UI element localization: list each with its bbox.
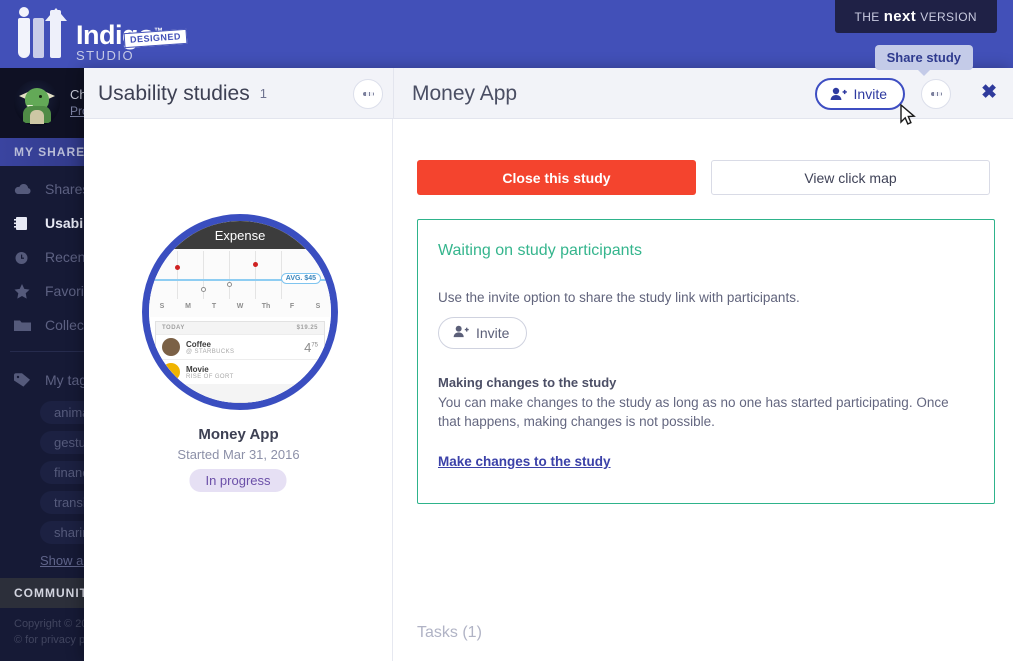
preview-transaction-list: TODAY $19.25 Coffee @ STARBUCKS 475 Movi… <box>155 321 325 403</box>
transaction-subtitle: RISE OF GORT <box>186 373 234 380</box>
transaction-title: Coffee <box>186 339 211 349</box>
avatar-shirt <box>30 110 44 124</box>
day-label: M <box>185 303 191 310</box>
view-click-map-button[interactable]: View click map <box>711 160 990 195</box>
preview-app-bar: Expense <box>149 221 331 249</box>
clipboard-icon <box>14 215 34 231</box>
mouse-cursor <box>900 103 917 132</box>
indigo-studio-logo[interactable]: Indigo™ STUDIO DESIGNED <box>16 7 188 63</box>
transaction-text: Movie RISE OF GORT <box>186 365 311 380</box>
next-version-suffix: VERSION <box>920 10 977 24</box>
day-label: Th <box>261 303 271 310</box>
close-icon[interactable]: ✖ <box>981 83 997 102</box>
sidebar-item-label: Shares <box>45 181 90 197</box>
chart-point <box>253 262 258 267</box>
day-label: W <box>236 303 244 310</box>
day-label: F <box>289 303 295 310</box>
logo-letter-i <box>18 7 30 58</box>
overlay-header: Usability studies 1 Money App Invite ✖ <box>84 68 1013 119</box>
more-dots-icon <box>930 92 942 96</box>
study-thumbnail[interactable]: Expense AVG. $45 S M T W Th F S TODAY $1… <box>142 214 338 410</box>
chart-point <box>227 282 232 287</box>
notice-invite-button[interactable]: Invite <box>438 317 528 349</box>
studies-more-button[interactable] <box>353 79 383 109</box>
logo-arrow-icon <box>45 8 67 21</box>
close-study-button[interactable]: Close this study <box>417 160 696 195</box>
person-add-icon <box>830 87 847 101</box>
share-study-tooltip: Share study <box>874 45 973 76</box>
cloud-icon <box>14 181 34 197</box>
list-item: Coffee @ STARBUCKS 475 <box>156 334 324 359</box>
indigo-logo-mark <box>16 7 72 58</box>
tasks-heading: Tasks (1) <box>417 624 482 641</box>
study-more-button[interactable] <box>921 79 951 109</box>
logo-studio-text: STUDIO <box>76 48 135 63</box>
preview-expense-chart: AVG. $45 S M T W Th F S <box>149 249 331 317</box>
day-label: S <box>159 303 165 310</box>
avatar-eye <box>39 95 42 98</box>
avatar[interactable] <box>14 80 60 126</box>
chart-average-badge: AVG. $45 <box>280 273 321 284</box>
invite-button-label: Invite <box>853 86 887 102</box>
logo-letter-n-left <box>33 18 44 58</box>
person-add-icon <box>453 325 469 341</box>
folder-icon <box>14 317 34 333</box>
sidebar-item-label: Recent <box>45 249 90 265</box>
transaction-title: Movie <box>186 364 209 374</box>
transaction-amount: 4 <box>310 364 318 380</box>
preview-today-header: TODAY $19.25 <box>156 322 324 334</box>
notice-heading: Waiting on study participants <box>438 242 642 259</box>
notice-changes-body: You can make changes to the study as lon… <box>438 395 949 429</box>
notice-description: Use the invite option to share the study… <box>438 290 800 305</box>
transaction-text: Coffee @ STARBUCKS <box>186 340 304 355</box>
study-action-buttons: Close this study View click map <box>417 160 990 195</box>
studies-count: 1 <box>259 86 267 101</box>
tag-icon <box>14 372 34 388</box>
phone-preview: Expense AVG. $45 S M T W Th F S TODAY $1… <box>149 221 331 403</box>
chart-day-labels: S M T W Th F S <box>149 303 331 310</box>
brand-bar: Indigo™ STUDIO DESIGNED THE next VERSION <box>0 0 1013 68</box>
notice-changes-title: Making changes to the study <box>438 375 617 390</box>
study-card-column: Expense AVG. $45 S M T W Th F S TODAY $1… <box>84 119 393 661</box>
next-version-badge[interactable]: THE next VERSION <box>834 0 997 33</box>
more-dots-icon <box>362 92 374 96</box>
status-badge: In progress <box>189 469 287 492</box>
chart-point <box>175 265 180 270</box>
invite-button[interactable]: Invite <box>814 78 905 110</box>
day-label: T <box>211 303 217 310</box>
movie-icon <box>162 363 180 381</box>
make-changes-link[interactable]: Make changes to the study <box>438 454 611 469</box>
next-version-strong: next <box>883 8 917 25</box>
study-name: Money App <box>198 426 279 443</box>
study-detail-column: Close this study View click map Waiting … <box>394 119 1013 661</box>
chart-gridline <box>177 251 178 299</box>
chart-gridline <box>229 251 230 299</box>
study-app-title: Money App <box>412 81 518 105</box>
list-item: Movie RISE OF GORT 4 <box>156 359 324 384</box>
transaction-amount: 475 <box>304 339 318 355</box>
day-label: S <box>315 303 321 310</box>
clock-icon <box>14 249 34 265</box>
today-total: $19.25 <box>296 325 318 331</box>
coffee-icon <box>162 338 180 356</box>
logo-designed-stamp: DESIGNED <box>123 28 188 49</box>
waiting-participants-notice: Waiting on study participants Use the in… <box>417 219 995 504</box>
transaction-subtitle: @ STARBUCKS <box>186 348 235 355</box>
studies-header: Usability studies 1 <box>84 68 393 119</box>
next-version-prefix: THE <box>854 10 880 24</box>
star-icon <box>14 283 34 299</box>
study-start-date: Started Mar 31, 2016 <box>177 447 300 462</box>
chart-gridline <box>255 251 256 299</box>
chart-point <box>201 287 206 292</box>
today-label: TODAY <box>162 325 185 331</box>
logo-wordmark: Indigo™ STUDIO DESIGNED <box>76 8 188 63</box>
notice-invite-label: Invite <box>476 325 510 341</box>
page-title: Usability studies <box>98 81 250 105</box>
usability-studies-overlay: Usability studies 1 Money App Invite ✖ E… <box>84 68 1013 661</box>
